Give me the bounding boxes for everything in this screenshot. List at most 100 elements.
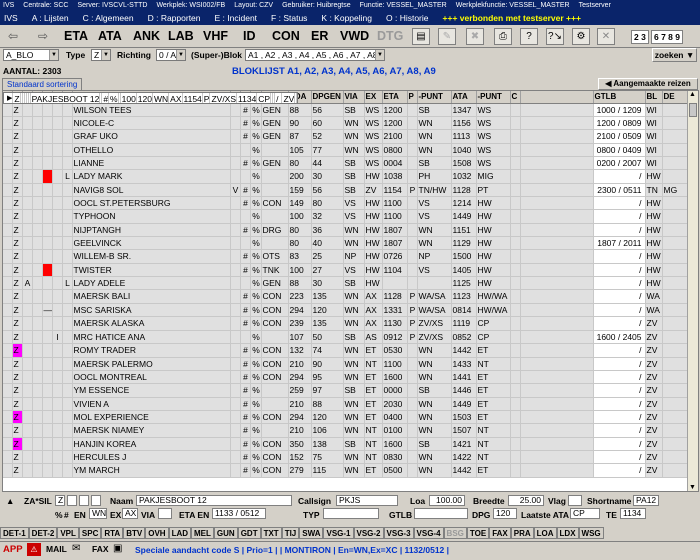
tab-det-1[interactable]: DET-1 [0, 527, 29, 539]
tab-vsg-2[interactable]: VSG-2 [353, 527, 384, 539]
nav-vhf-button[interactable]: VHF [203, 29, 228, 43]
table-row[interactable]: Z HANJIN KOREA #% CON 350 138 SB NT 1600 SB 1421 NT… [3, 437, 698, 451]
column-header[interactable]: C [510, 91, 521, 104]
tab-gdt[interactable]: GDT [237, 527, 261, 539]
tab-rta[interactable]: RTA [101, 527, 124, 539]
nav-er-button[interactable]: ER [311, 29, 328, 43]
etaen-field[interactable]: 1133 / 0512 [212, 508, 266, 519]
nav-vwd-button[interactable]: VWD [340, 29, 369, 43]
vlag-field[interactable] [568, 495, 582, 506]
za-field-4[interactable] [91, 495, 101, 506]
table-row[interactable]: Z MOL EXPERIENCE #% CON 294 120 WN ET 0400 WN 1503… [3, 410, 698, 425]
tab-toe[interactable]: TOE [466, 527, 490, 539]
table-row[interactable]: Z TWISTER #% TNK 100 27 VS HW 1104 VS 1405 HW / HW [3, 263, 698, 277]
column-header[interactable]: VIA [343, 91, 365, 104]
gtlb-field[interactable] [414, 508, 468, 519]
table-row[interactable]: ▶ Z PAKJESBOOT 12 #% 100 120 WN AX 1154 P ZV/XS 113… [3, 92, 299, 104]
table-row[interactable]: Z YM ESSENCE #% 259 97 SB ET 0000 SB 1446 ET / ZV [3, 383, 698, 398]
table-row[interactable]: Z A L LADY ADELE% GEN 88 30 SB HW 1125 HW / HW [3, 276, 698, 291]
column-header[interactable]: -PUNT [476, 91, 511, 104]
table-row[interactable]: Z WILSON TEES #% GEN 88 56 SB WS 1200 SB 1347 WS 100… [3, 103, 698, 117]
loa-field[interactable]: 100.00 [429, 495, 465, 506]
table-row[interactable]: Z VIVIEN A #% 210 88 WN ET 2030 WN 1449 ET / ZV [3, 397, 698, 411]
help-icon[interactable]: ? [520, 28, 538, 45]
menu-item[interactable]: A : Lijsten [32, 13, 69, 23]
table-row[interactable]: Z ROMY TRADER #% CON 132 74 WN ET 0530 WN 1442 ET / Z… [3, 343, 698, 358]
breedte-field[interactable]: 25.00 [508, 495, 544, 506]
tab-pra[interactable]: PRA [510, 527, 534, 539]
forward-arrow-icon[interactable]: ⇨ [38, 29, 48, 43]
richting-select[interactable]: 0 / A ▼ [156, 49, 186, 61]
nav-ata-button[interactable]: ATA [98, 29, 122, 43]
superblok-select[interactable]: A1 , A2 , A3 , A4 , A5 , A6 , A7 , A8 , … [245, 49, 385, 61]
table-row[interactable]: Z MAERSK NIAMEY #% 210 106 WN NT 0100 WN 1507 NT / Z… [3, 423, 698, 438]
table-row[interactable]: Z GEELVINCK% 80 40 WN HW 1807 WN 1129 HW 1807 / 20… [3, 236, 698, 251]
table-row[interactable]: Z I MRC HATICE ANA% 107 50 SB AS 0912 P ZV/XS 0852… [3, 330, 698, 345]
table-row[interactable]: Z NIJPTANGH #% DRG 80 36 WN HW 1807 WN 1151 HW / HW [3, 223, 698, 237]
nav-id-button[interactable]: ID [243, 29, 256, 43]
collapse-icon[interactable]: ▲ [6, 496, 14, 506]
column-header[interactable] [520, 91, 594, 104]
tab-vsg-1[interactable]: VSG-1 [323, 527, 354, 539]
callsign-field[interactable]: PKJS [336, 495, 398, 506]
table-row[interactable]: Z MAERSK PALERMO #% CON 210 90 WN NT 1100 WN 1433 N… [3, 357, 698, 371]
table-row[interactable]: Z HERCULES J #% CON 152 75 WN NT 0830 WN 1422 NT / ZV [3, 450, 698, 465]
menu-item[interactable]: O : Historie [386, 13, 429, 23]
tab-loa[interactable]: LOA [533, 527, 557, 539]
naam-field[interactable]: PAKJESBOOT 12 [136, 495, 292, 506]
close-icon[interactable]: ✕ [597, 28, 615, 45]
tab-btv[interactable]: BTV [123, 527, 146, 539]
nav-ank-button[interactable]: ANK [133, 29, 160, 43]
table-row[interactable]: Z L LADY MARK% 200 30 SB HW 1038 PH 1032 MIG / HW [3, 169, 698, 184]
page-numbers-a[interactable]: 2 3 [631, 30, 649, 44]
column-header[interactable]: ATA [451, 91, 477, 104]
column-header[interactable]: ETA [382, 91, 408, 104]
shortname-field[interactable]: PA12 [633, 495, 659, 506]
menu-item[interactable]: D : Rapporten [148, 13, 201, 23]
column-header[interactable]: -PUNT [417, 91, 452, 104]
tab-swa[interactable]: SWA [299, 527, 324, 539]
table-row[interactable]: Z MAERSK ALASKA #% CON 239 135 WN AX 1130 P ZV/XS 1… [3, 317, 698, 331]
table-row[interactable]: Z — MSC SARISKA #% CON 294 120 WN AX 1331 P WA/SA 08… [3, 303, 698, 318]
table-row[interactable]: Z OTHELLO% 105 77 WN WS 0800 WN 1040 WS 0800 / 040… [3, 143, 698, 157]
typ-field[interactable] [323, 508, 379, 519]
menu-item[interactable]: E : Incident [215, 13, 258, 23]
type-select[interactable]: Z ▼ [91, 49, 111, 61]
via-field[interactable] [158, 508, 172, 519]
table-row[interactable]: Z NICOLE-C #% GEN 90 60 WN WS 1200 WN 1156 WS 1200 /… [3, 116, 698, 131]
context-help-icon[interactable]: ?↘ [546, 28, 564, 45]
tab-tij[interactable]: TIJ [281, 527, 300, 539]
table-row[interactable]: Z TYPHOON% 100 32 VS HW 1100 VS 1449 HW / HW [3, 209, 698, 224]
table-row[interactable]: Z OOCL MONTREAL #% CON 294 95 WN ET 1600 WN 1441 ET… [3, 370, 698, 385]
ex-field[interactable]: AX [122, 508, 138, 519]
menu-item[interactable]: C : Algemeen [83, 13, 134, 23]
app-label[interactable]: APP [3, 544, 23, 555]
te-field[interactable]: 1134 [620, 508, 646, 519]
alert-icon[interactable]: ⚠ [27, 543, 41, 556]
column-header[interactable]: P [407, 91, 418, 104]
table-row[interactable]: Z WILLEM-B SR. #% OTS 83 25 NP HW 0726 NP 1500 HW / H… [3, 249, 698, 264]
tab-lad[interactable]: LAD [168, 527, 192, 539]
table-row[interactable]: Z NAVIG8 SOL V #% 159 56 SB ZV 1154 P TN/HW 1128 PT 2… [3, 183, 698, 197]
column-header[interactable]: DPGEN [311, 91, 344, 104]
za-field-2[interactable] [67, 495, 77, 506]
tab-vsg-4[interactable]: VSG-4 [413, 527, 444, 539]
mail-label[interactable]: MAIL [46, 544, 67, 554]
scroll-thumb[interactable] [689, 103, 697, 117]
zoeken-button[interactable]: zoeken ▼ [652, 48, 697, 62]
tab-fax[interactable]: FAX [489, 527, 511, 539]
tab-vpl[interactable]: VPL [57, 527, 79, 539]
mail-icon[interactable]: ✉ [72, 543, 80, 554]
za-field-3[interactable] [79, 495, 89, 506]
column-header[interactable]: GTLB [593, 91, 646, 104]
tab-txt[interactable]: TXT [260, 527, 282, 539]
en-field[interactable]: WN [89, 508, 107, 519]
tab-ovh[interactable]: OVH [145, 527, 169, 539]
tab-wsg[interactable]: WSG [578, 527, 604, 539]
laatste-ata-field[interactable]: CP [570, 508, 600, 519]
tab-ldx[interactable]: LDX [556, 527, 579, 539]
table-row[interactable]: Z LIANNE #% GEN 80 44 SB WS 0004 SB 1508 WS 0200 / 2… [3, 156, 698, 171]
tools-icon[interactable]: ⚙ [572, 28, 590, 45]
scroll-down-icon[interactable]: ▼ [689, 484, 696, 491]
column-header[interactable]: EX [364, 91, 383, 104]
